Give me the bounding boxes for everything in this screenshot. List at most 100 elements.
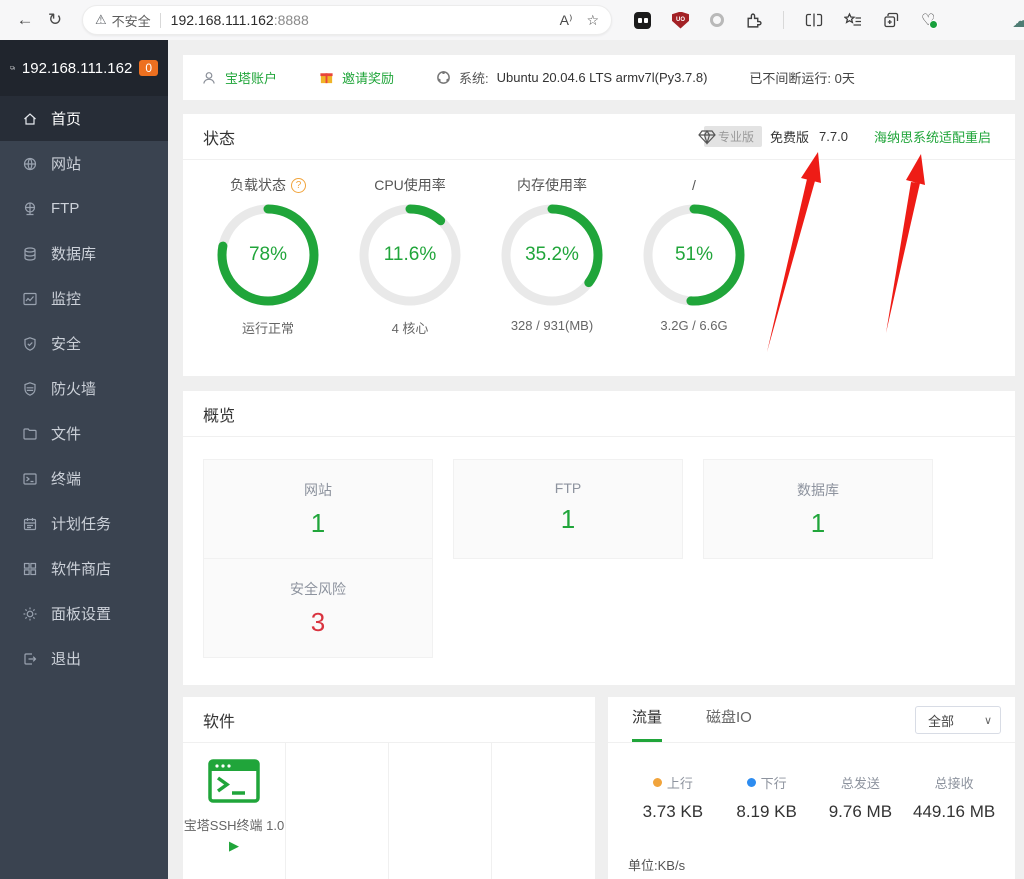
extension-dark-icon[interactable] [634,12,651,29]
gauge-title: / [692,177,696,193]
stat-total-received: 总接收 449.16 MB [907,773,1001,822]
overview-title: 概览 [203,402,235,426]
server-ip: 192.168.111.162 [22,60,132,77]
card-value: 1 [704,508,932,539]
divider [160,13,161,28]
read-aloud-icon[interactable]: A⁾ [560,12,573,29]
card-label: FTP [454,480,682,496]
sidebar-item-settings[interactable]: 面板设置 [0,591,168,636]
ubuntu-icon [436,70,451,85]
card-label: 数据库 [704,480,932,500]
address-bar[interactable]: ⚠ 不安全 192.168.111.162 :8888 A⁾ ☆ [82,5,612,35]
sidebar: 192.168.111.162 0 首页 网站 FTP 数据库 监控 安全 [0,40,168,879]
sidebar-item-cron[interactable]: 计划任务 [0,501,168,546]
gauge-value: 11.6% [355,244,465,266]
sidebar-item-label: 终端 [51,468,81,489]
shield-check-icon [22,336,38,352]
ublock-extension-icon[interactable]: UO [672,12,689,29]
calendar-icon [22,516,38,532]
help-icon[interactable]: ? [291,178,306,193]
diamond-icon [698,129,716,145]
pro-version-badge[interactable]: 专业版 [704,126,762,147]
sidebar-item-label: 网站 [51,153,81,174]
globe-icon [22,156,38,172]
gauge-cpu[interactable]: CPU使用率 11.6% 4 核心 [339,172,481,337]
stat-label: 总接收 [935,773,974,792]
stat-value: 9.76 MB [814,802,908,822]
invite-reward-link[interactable]: 邀请奖励 [342,68,394,87]
sidebar-item-ftp[interactable]: FTP [0,186,168,231]
bt-account-link[interactable]: 宝塔账户 [225,68,277,87]
home-icon [22,111,38,127]
sidebar-item-database[interactable]: 数据库 [0,231,168,276]
grid-icon [22,561,38,577]
sidebar-server-header[interactable]: 192.168.111.162 0 [0,40,168,96]
software-item-ssh-terminal[interactable]: 宝塔SSH终端 1.0 ▶ [183,743,286,879]
system-value: Ubuntu 20.04.6 LTS armv7l(Py3.7.8) [497,70,708,85]
stat-upstream: 上行 3.73 KB [626,773,720,822]
software-item-name: 宝塔SSH终端 1.0 [183,815,285,834]
sidebar-item-label: 文件 [51,423,81,444]
overview-card-ftp[interactable]: FTP 1 [453,459,683,559]
url-host[interactable]: 192.168.111.162 [171,12,274,28]
sidebar-item-firewall[interactable]: 防火墙 [0,366,168,411]
filter-value: 全部 [928,711,954,730]
sidebar-item-website[interactable]: 网站 [0,141,168,186]
gauge-memory[interactable]: 内存使用率 35.2% 328 / 931(MB) [481,172,623,337]
tab-traffic[interactable]: 流量 [632,706,662,742]
sidebar-item-logout[interactable]: 退出 [0,636,168,681]
gauge-load[interactable]: 负载状态 ? 78% 运行正常 [197,172,339,337]
card-value: 3 [204,607,432,638]
overview-card-website[interactable]: 网站 1 [203,459,433,559]
traffic-filter-select[interactable]: 全部 ∨ [915,706,1001,734]
status-title: 状态 [203,125,235,149]
stat-value: 3.73 KB [626,802,720,822]
ftp-icon [22,201,38,217]
logout-icon [22,651,38,667]
restart-link[interactable]: 重启 [965,127,991,146]
hinas-adapt-link[interactable]: 海纳思系统适配 [874,127,965,146]
gauge-disk-root[interactable]: / 51% 3.2G / 6.6G [623,172,765,337]
software-empty-cell [492,743,595,879]
gauge-value: 35.2% [497,244,607,266]
sidebar-item-label: 面板设置 [51,603,111,624]
browser-essentials-icon[interactable]: ♡ [921,10,935,30]
traffic-panel: 流量 磁盘IO 全部 ∨ 上行 3.73 KB 下行 8.19 KB [608,697,1015,879]
overview-card-security-risk[interactable]: 安全风险 3 [203,558,433,658]
extension-ring-icon[interactable] [710,13,724,27]
overview-card-database[interactable]: 数据库 1 [703,459,933,559]
sidebar-item-monitor[interactable]: 监控 [0,276,168,321]
browser-toolbar: ← ↻ ⚠ 不安全 192.168.111.162 :8888 A⁾ ☆ UO … [0,0,1024,40]
sidebar-item-label: 首页 [51,108,81,129]
favorites-bar-icon[interactable] [844,12,862,28]
ssh-terminal-app-icon [208,759,260,803]
sidebar-item-terminal[interactable]: 终端 [0,456,168,501]
refresh-icon[interactable]: ↻ [40,10,70,30]
collections-icon[interactable] [883,12,900,28]
sidebar-item-appstore[interactable]: 软件商店 [0,546,168,591]
stat-downstream: 下行 8.19 KB [720,773,814,822]
stat-value: 449.16 MB [907,802,1001,822]
database-icon [22,246,38,262]
gauge-value: 78% [213,244,323,266]
card-value: 1 [204,508,432,539]
cloud-sync-icon[interactable]: ☁ [1012,10,1024,33]
split-screen-icon[interactable] [805,12,823,28]
extensions-puzzle-icon[interactable] [745,12,762,29]
message-count-badge[interactable]: 0 [139,60,158,76]
waf-shield-icon [22,381,38,397]
not-secure-label[interactable]: 不安全 [112,11,151,30]
play-icon[interactable]: ▶ [183,838,285,854]
gauge-title: 负载状态 [230,175,286,195]
sidebar-item-label: 监控 [51,288,81,309]
uptime-text: 已不间断运行: 0天 [749,68,854,87]
gauge-caption: 328 / 931(MB) [481,318,623,333]
tab-disk-io[interactable]: 磁盘IO [706,706,752,742]
sidebar-item-home[interactable]: 首页 [0,96,168,141]
chevron-down-icon: ∨ [984,714,992,727]
favorite-star-icon[interactable]: ☆ [586,12,599,29]
status-panel: 状态 专业版 免费版 7.7.0 海纳思系统适配 重启 负载状态 ? [183,114,1015,376]
sidebar-item-files[interactable]: 文件 [0,411,168,456]
back-icon[interactable]: ← [10,10,40,30]
sidebar-item-security[interactable]: 安全 [0,321,168,366]
